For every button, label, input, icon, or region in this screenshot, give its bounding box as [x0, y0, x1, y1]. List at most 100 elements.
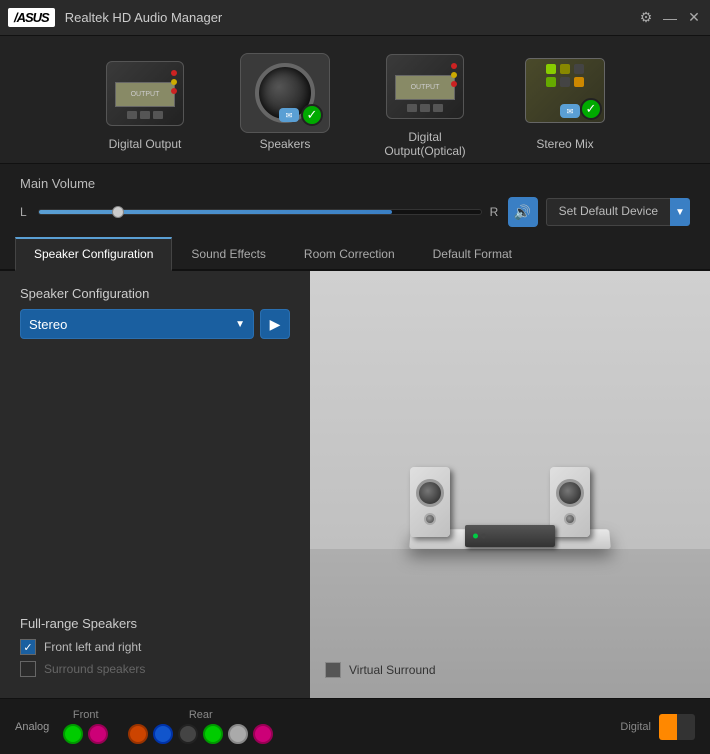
rec-dot-red2: [171, 88, 177, 94]
fullrange-label: Full-range Speakers: [20, 616, 290, 631]
device-item-digital-output[interactable]: OUTPUT Digital Output: [90, 53, 200, 151]
mixer-row1: [546, 64, 584, 74]
dropdown-selected-value: Stereo: [29, 317, 67, 332]
rec-dot-y1: [451, 72, 457, 78]
volume-slider[interactable]: [38, 209, 482, 215]
right-speaker: [550, 467, 590, 537]
rear-section: Rear: [128, 709, 273, 744]
volume-row: L R 🔊 Set Default Device ▼: [20, 197, 690, 227]
speaker-config-section: Speaker Configuration Stereo ▼ ▶: [20, 286, 290, 339]
recorder-icon-1: OUTPUT: [106, 61, 184, 126]
mix-cell-3: [574, 64, 584, 74]
device-item-stereo-mix[interactable]: ✉ ✓ Stereo Mix: [510, 53, 620, 151]
front-dot-green[interactable]: [63, 724, 83, 744]
rear-dot-blue[interactable]: [153, 724, 173, 744]
device-label-stereo-mix: Stereo Mix: [536, 137, 593, 151]
rear-dot-dark[interactable]: [178, 724, 198, 744]
digital-icon[interactable]: [659, 714, 695, 740]
rear-dot-green2[interactable]: [203, 724, 223, 744]
tab-default-format[interactable]: Default Format: [414, 237, 531, 269]
dropdown-arrow-icon: ▼: [235, 319, 245, 330]
wall-bg: [310, 271, 710, 549]
digital-label: Digital: [620, 721, 651, 733]
speaker-scene: Virtual Surround: [310, 271, 710, 698]
volume-label: Main Volume: [20, 176, 690, 191]
speaker-config-dropdown-row: Stereo ▼ ▶: [20, 309, 290, 339]
front-left-right-label: Front left and right: [44, 640, 141, 654]
default-device-container: Set Default Device ▼: [546, 198, 690, 226]
digital-icon-left: [659, 714, 677, 740]
front-left-right-checkbox[interactable]: ✓: [20, 639, 36, 655]
chat-bubble-speakers: ✉: [279, 108, 299, 122]
rear-dot-pink2[interactable]: [253, 724, 273, 744]
device-icon-wrap-speakers: ✉ ✓: [240, 53, 330, 133]
front-left-right-row: ✓ Front left and right: [20, 639, 290, 655]
device-item-speakers[interactable]: ✉ ✓ Speakers: [230, 53, 340, 151]
right-panel: Virtual Surround: [310, 271, 710, 698]
rear-dots-row: [128, 724, 273, 744]
mix-cell-1: [546, 64, 556, 74]
device-label-speakers: Speakers: [260, 137, 311, 151]
volume-icon-button[interactable]: 🔊: [508, 197, 538, 227]
front-label: Front: [73, 709, 99, 721]
virtual-surround-label: Virtual Surround: [349, 663, 436, 677]
ctrl-btn-b: [420, 104, 430, 112]
device-label-optical: Digital Output(Optical): [370, 130, 480, 158]
device-icon-wrap-stereo-mix: ✉ ✓: [520, 53, 610, 133]
left-speaker-body: [410, 467, 450, 537]
ctrl-btn-3: [153, 111, 163, 119]
virtual-surround-checkbox[interactable]: [325, 662, 341, 678]
rear-dot-orange[interactable]: [128, 724, 148, 744]
rec-controls: [127, 111, 163, 119]
bottom-bar: Analog Front Rear Digital: [0, 698, 710, 754]
rec-dots: [171, 70, 177, 94]
rec-controls-2: [407, 104, 443, 112]
surround-speakers-row: Surround speakers: [20, 661, 290, 677]
fullrange-section: Full-range Speakers ✓ Front left and rig…: [20, 601, 290, 683]
rec-screen-2: OUTPUT: [395, 75, 455, 100]
device-icon-wrap-digital-output: OUTPUT: [100, 53, 190, 133]
rec-light-1: [473, 533, 478, 538]
ctrl-btn-c: [433, 104, 443, 112]
check-badge-speakers: ✓: [301, 104, 323, 126]
device-row: OUTPUT Digital Output ✉ ✓ Speakers: [0, 36, 710, 164]
virtual-surround-row: Virtual Surround: [325, 662, 436, 678]
left-speaker-tweeter: [424, 513, 436, 525]
mix-cell-4: [546, 77, 556, 87]
digital-section: Digital: [620, 714, 695, 740]
close-button[interactable]: ✕: [686, 10, 702, 26]
tab-sound-effects[interactable]: Sound Effects: [172, 237, 285, 269]
surround-speakers-checkbox[interactable]: [20, 661, 36, 677]
analog-label: Analog: [15, 721, 49, 733]
set-default-device-button[interactable]: Set Default Device: [546, 198, 670, 226]
speaker-config-dropdown[interactable]: Stereo ▼: [20, 309, 254, 339]
mix-cell-5: [560, 77, 570, 87]
ctrl-btn-1: [127, 111, 137, 119]
right-speaker-woofer: [556, 479, 584, 507]
tab-room-correction[interactable]: Room Correction: [285, 237, 414, 269]
front-dots-row: [63, 724, 108, 744]
volume-thumb[interactable]: [112, 206, 124, 218]
rear-dot-silver[interactable]: [228, 724, 248, 744]
left-speaker: [410, 467, 450, 537]
default-device-dropdown-arrow[interactable]: ▼: [670, 198, 690, 226]
tabs-row: Speaker Configuration Sound Effects Room…: [0, 235, 710, 271]
device-item-optical[interactable]: OUTPUT Digital Output(Optical): [370, 46, 480, 158]
mix-cell-6: [574, 77, 584, 87]
device-label-digital-output: Digital Output: [109, 137, 182, 151]
right-speaker-body: [550, 467, 590, 537]
settings-button[interactable]: ⚙: [638, 10, 654, 26]
minimize-button[interactable]: —: [662, 10, 678, 26]
mixer-icon-container: ✉ ✓: [525, 58, 605, 128]
recorder-icon-2: OUTPUT: [386, 54, 464, 119]
speaker-icon-container: ✉ ✓: [245, 58, 325, 128]
surround-speakers-label: Surround speakers: [44, 662, 145, 676]
check-badge-mixer: ✓: [580, 98, 602, 120]
volume-fill: [39, 210, 392, 214]
left-speaker-woofer: [416, 479, 444, 507]
rec-dot-red: [171, 70, 177, 76]
ctrl-btn-a: [407, 104, 417, 112]
play-test-button[interactable]: ▶: [260, 309, 290, 339]
tab-speaker-configuration[interactable]: Speaker Configuration: [15, 237, 172, 271]
front-dot-pink[interactable]: [88, 724, 108, 744]
